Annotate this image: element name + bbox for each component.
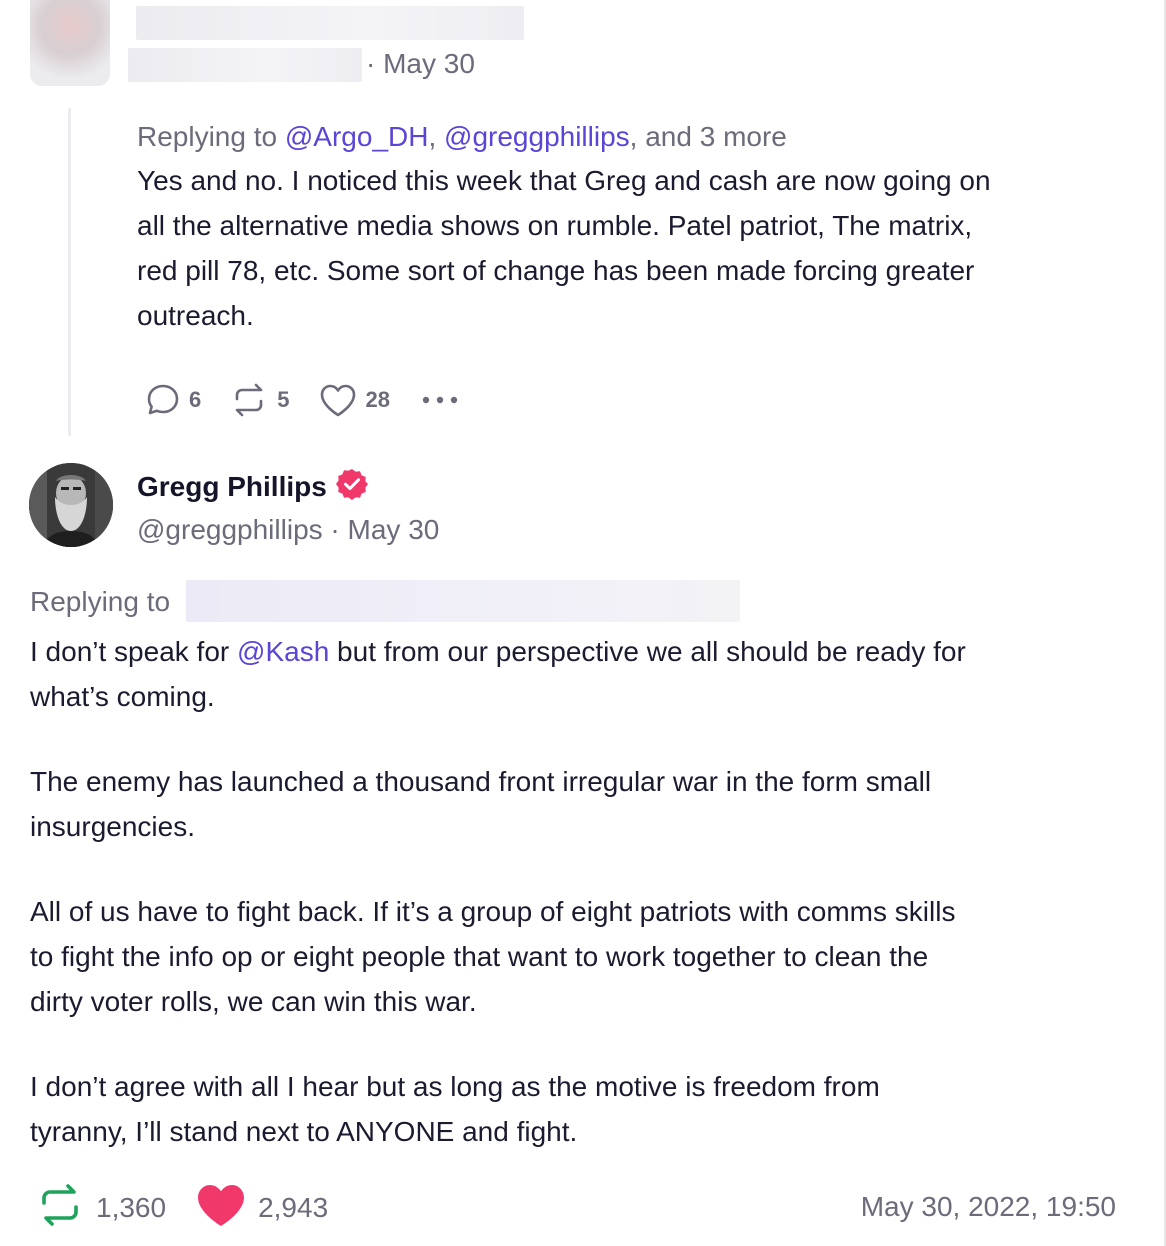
repost-button[interactable]: 5 — [229, 382, 290, 418]
author-name-row: Gregg Phillips — [137, 467, 369, 506]
main-replying-to: Replying to — [30, 586, 171, 617]
post-timestamp: May 30, 2022, 19:50 — [860, 1191, 1116, 1222]
reply-post-date[interactable]: · May 30 — [366, 46, 475, 82]
paragraph-4: I don’t agree with all I hear but as lon… — [30, 1071, 880, 1147]
paragraph-2: The enemy has launched a thousand front … — [30, 766, 932, 842]
more-options-button[interactable] — [418, 390, 462, 410]
main-post-body: I don’t speak for @Kash but from our per… — [30, 629, 1140, 1154]
main-like-button[interactable]: 2,943 — [196, 1182, 328, 1233]
mention-greggphillips[interactable]: @greggphillips — [444, 121, 630, 152]
author-meta: @greggphillips · May 30 — [137, 514, 440, 545]
paragraph-3: All of us have to fight back. If it’s a … — [30, 896, 956, 1017]
reply-count: 6 — [189, 387, 202, 412]
author-name[interactable]: Gregg Phillips — [137, 468, 327, 506]
redacted-author-handle — [128, 48, 362, 82]
like-button[interactable]: 28 — [318, 382, 390, 418]
like-count: 28 — [365, 387, 390, 412]
repost-count: 5 — [277, 387, 290, 412]
verified-badge-icon — [335, 467, 369, 506]
mention-argo-dh[interactable]: @Argo_DH — [285, 121, 429, 152]
reply-post-body: Yes and no. I noticed this week that Gre… — [137, 165, 991, 331]
redacted-reply-target — [186, 580, 740, 622]
main-repost-button[interactable]: 1,360 — [36, 1183, 166, 1232]
avatar-portrait-icon — [29, 463, 113, 547]
author-avatar[interactable] — [29, 463, 113, 547]
redacted-avatar — [30, 0, 110, 86]
mention-kash[interactable]: @Kash — [237, 636, 329, 667]
ellipsis-icon — [418, 390, 462, 410]
author-handle[interactable]: @greggphillips — [137, 514, 323, 545]
post-date[interactable]: May 30 — [348, 514, 440, 545]
heart-filled-icon — [196, 1182, 246, 1233]
reply-action-bar: 6 5 28 — [145, 382, 462, 418]
thread-line — [68, 108, 71, 436]
main-like-count: 2,943 — [258, 1191, 329, 1223]
repost-icon — [229, 382, 269, 418]
paragraph-1: I don’t speak for @Kash but from our per… — [30, 636, 966, 712]
heart-icon — [318, 382, 358, 418]
redacted-author-name — [136, 6, 524, 40]
more-mentions-link[interactable]: and 3 more — [645, 121, 787, 152]
comment-icon — [145, 382, 181, 418]
reply-replying-to: Replying to @Argo_DH, @greggphillips, an… — [137, 121, 787, 152]
main-repost-count: 1,360 — [96, 1191, 167, 1223]
reply-button[interactable]: 6 — [145, 382, 201, 418]
repost-active-icon — [36, 1183, 84, 1232]
main-stats-bar: 1,360 2,943 — [36, 1182, 328, 1233]
